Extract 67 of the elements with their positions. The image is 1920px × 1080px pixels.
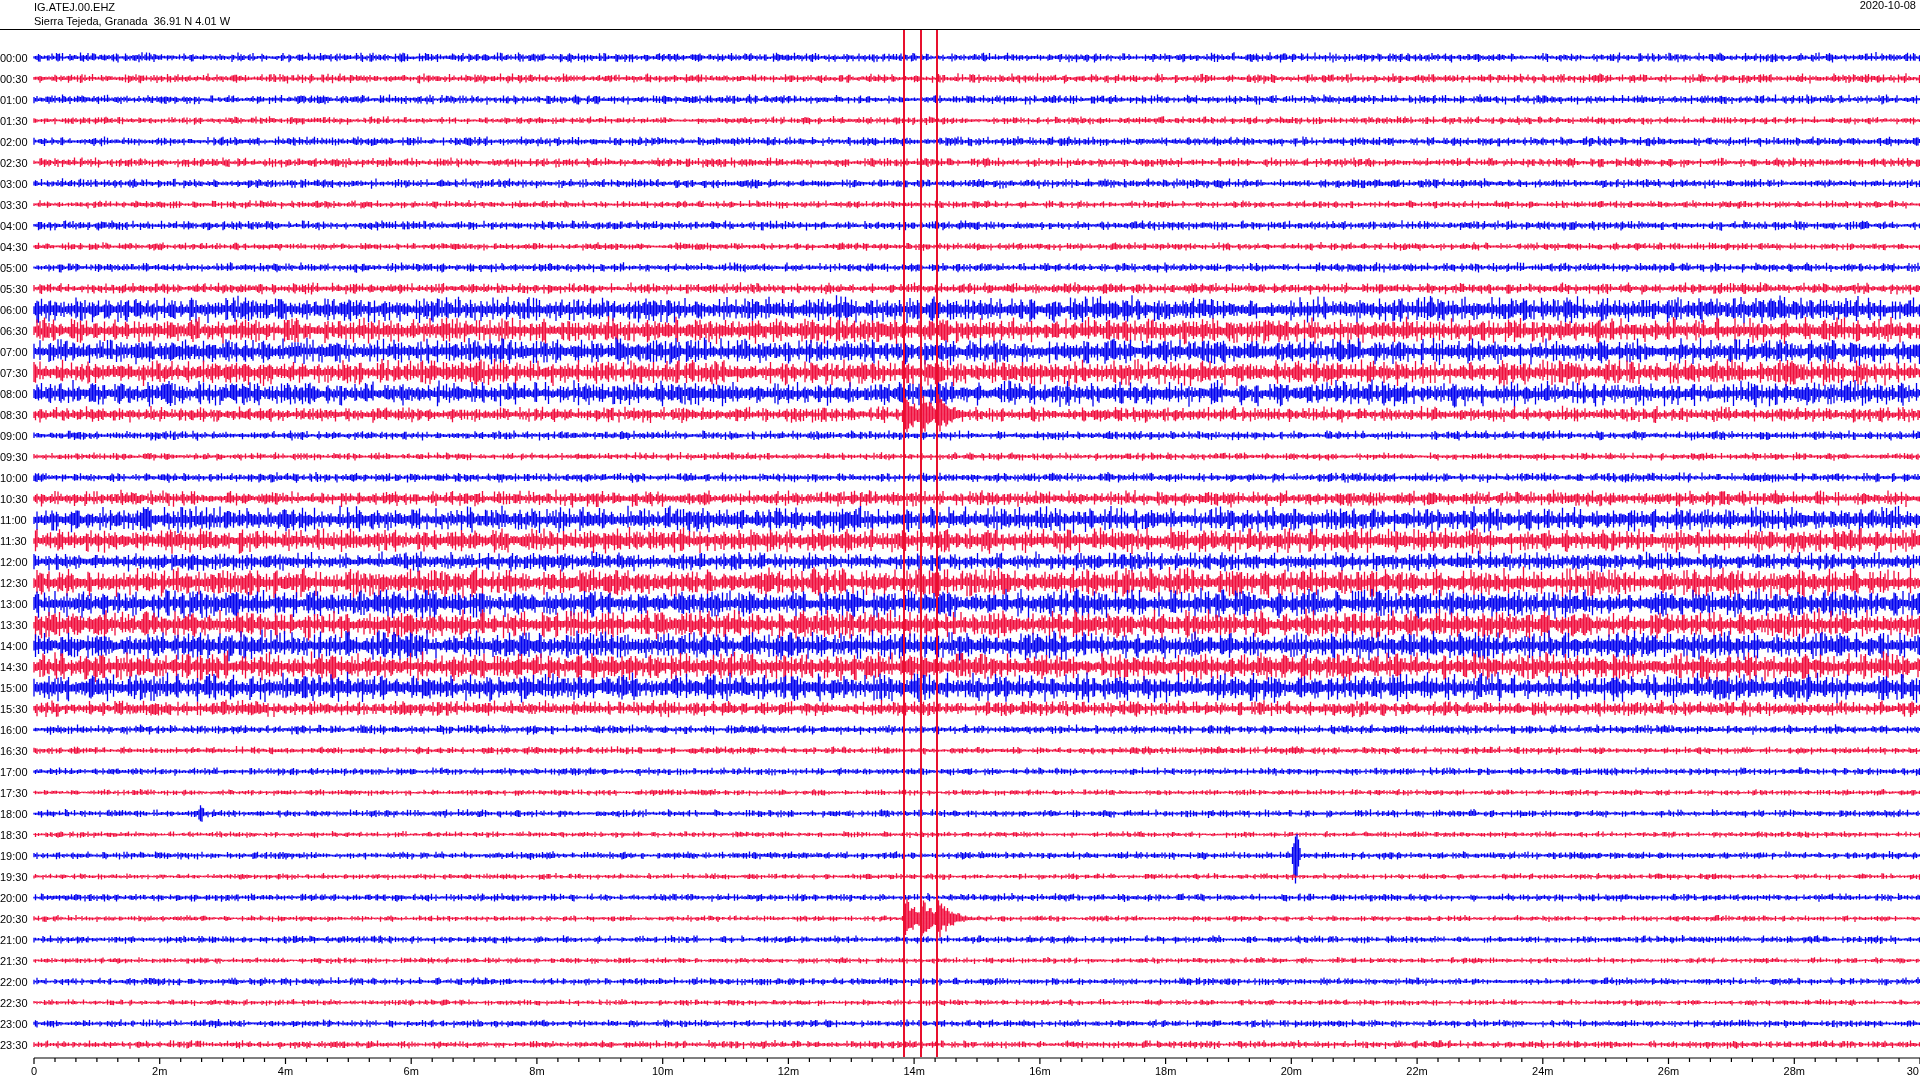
axis-tick-label: 22m [1406, 1065, 1428, 1077]
time-label: 05:30 [0, 282, 29, 295]
time-label: 21:30 [0, 954, 29, 967]
time-label: 01:00 [0, 93, 29, 106]
axis-tick-label: 12m [777, 1065, 800, 1077]
station-code: IG.ATEJ.00.EHZ [34, 0, 117, 14]
time-label: 00:30 [0, 72, 29, 85]
time-label: 18:30 [0, 828, 29, 841]
time-label: 17:30 [0, 786, 29, 799]
time-label: 19:00 [0, 849, 29, 862]
time-label: 08:00 [0, 387, 29, 400]
time-label: 13:00 [0, 597, 29, 610]
axis-tick-label: 20m [1280, 1065, 1303, 1077]
time-label: 07:00 [0, 345, 29, 358]
time-label: 10:00 [0, 471, 29, 484]
time-label: 16:00 [0, 723, 29, 736]
time-label: 12:00 [0, 555, 29, 568]
time-label: 14:00 [0, 639, 29, 652]
axis-tick-label: 8m [529, 1065, 545, 1077]
axis-tick-label: 28m [1783, 1065, 1805, 1077]
time-label: 03:30 [0, 198, 29, 211]
time-label: 20:00 [0, 891, 29, 904]
time-label: 23:30 [0, 1038, 29, 1051]
date-label: 2020-10-08 [1859, 0, 1917, 13]
time-label: 10:30 [0, 492, 29, 505]
axis-tick-label: 2m [152, 1065, 168, 1077]
time-label: 20:30 [0, 912, 29, 925]
time-label: 21:00 [0, 933, 29, 946]
time-label: 04:00 [0, 219, 29, 232]
time-label: 23:00 [0, 1017, 29, 1030]
time-label: 07:30 [0, 366, 29, 379]
time-label: 02:30 [0, 156, 29, 169]
time-label: 11:00 [0, 513, 28, 526]
station-location: Sierra Tejeda, Granada 36.91 N 4.01 W [34, 14, 231, 28]
time-label: 15:30 [0, 702, 29, 715]
time-label: 22:00 [0, 975, 29, 988]
time-label: 15:00 [0, 681, 29, 694]
time-label: 01:30 [0, 114, 29, 127]
axis-tick-label: 6m [403, 1065, 419, 1077]
time-label: 16:30 [0, 744, 29, 757]
axis-tick-label: 18m [1154, 1065, 1177, 1077]
time-label: 11:30 [0, 534, 28, 547]
time-label: 06:00 [0, 303, 29, 316]
time-label: 04:30 [0, 240, 29, 253]
axis-tick-label: 10m [651, 1065, 674, 1077]
time-label: 09:30 [0, 450, 29, 463]
time-label: 18:00 [0, 807, 29, 820]
time-label: 13:30 [0, 618, 29, 631]
time-label: 02:00 [0, 135, 29, 148]
axis-tick-label: 24m [1532, 1065, 1554, 1077]
time-label: 05:00 [0, 261, 29, 274]
time-label: 00:00 [0, 51, 29, 64]
time-label: 06:30 [0, 324, 29, 337]
axis-tick-label: 4m [277, 1065, 294, 1077]
time-label: 09:00 [0, 429, 29, 442]
axis-tick-label: 0 [30, 1065, 38, 1077]
axis-tick-label: 14m [903, 1065, 925, 1077]
time-label: 17:00 [0, 765, 29, 778]
axis-tick-label: 16m [1029, 1065, 1051, 1077]
time-label: 08:30 [0, 408, 29, 421]
axis-tick-label: 26m [1657, 1065, 1680, 1077]
time-label: 03:00 [0, 177, 29, 190]
time-label: 12:30 [0, 576, 29, 589]
time-label: 19:30 [0, 870, 29, 883]
axis-tick-label: 30 [1906, 1065, 1919, 1077]
time-label: 22:30 [0, 996, 29, 1009]
time-label: 14:30 [0, 660, 29, 673]
